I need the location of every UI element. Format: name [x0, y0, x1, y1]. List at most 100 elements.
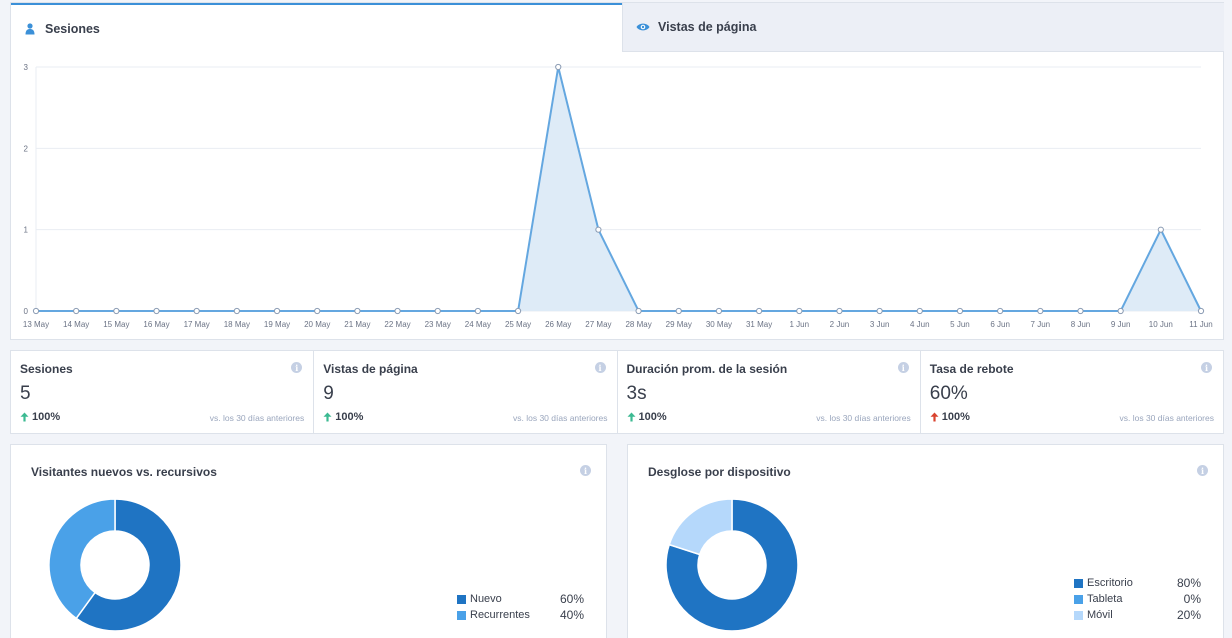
- arrow-up-icon: [20, 412, 29, 422]
- stat-bounce-rate: Tasa de rebote i 60% 100% vs. los 30 día…: [921, 351, 1223, 433]
- data-point[interactable]: [595, 226, 602, 233]
- x-tick-label: 10 Jun: [1149, 320, 1173, 329]
- stat-pageviews: Vistas de página i 9 100% vs. los 30 día…: [314, 351, 618, 433]
- legend-item-desktop: Escritorio 80%: [1074, 575, 1201, 591]
- data-point[interactable]: [1157, 226, 1164, 233]
- visitors-legend: Nuevo 60% Recurrentes 40%: [457, 591, 584, 623]
- data-point[interactable]: [193, 307, 200, 315]
- data-point[interactable]: [1197, 307, 1205, 315]
- tab-pageviews-label: Vistas de página: [658, 20, 757, 34]
- sessions-chart-panel: 0 1 2 3 13 May 14 May 15 May 16 May 17 May 18 May…: [10, 2, 1224, 340]
- tab-pageviews[interactable]: Vistas de página: [622, 3, 1224, 52]
- data-point[interactable]: [32, 307, 40, 315]
- legend-label: Escritorio: [1087, 577, 1133, 589]
- stat-compare: vs. los 30 días anteriores: [513, 413, 608, 423]
- x-tick-label: 9 Jun: [1111, 320, 1131, 329]
- data-point[interactable]: [796, 307, 803, 315]
- data-point[interactable]: [434, 307, 441, 315]
- x-tick-label: 13 May: [23, 320, 49, 329]
- legend-item-mobile: Móvil 20%: [1074, 607, 1201, 623]
- x-tick-label: 2 Jun: [830, 320, 850, 329]
- x-tick-label: 24 May: [465, 320, 491, 329]
- x-tick-label: 19 May: [264, 320, 290, 329]
- y-tick-label: 3: [24, 63, 29, 72]
- data-point[interactable]: [1037, 307, 1044, 315]
- x-tick-label: 18 May: [224, 320, 250, 329]
- legend-label: Recurrentes: [470, 609, 530, 621]
- stat-title: Sesiones: [20, 362, 73, 376]
- legend-swatch: [457, 610, 466, 620]
- user-icon: [23, 22, 37, 36]
- panel-title: Desglose por dispositivo: [648, 465, 791, 479]
- data-point[interactable]: [1077, 307, 1084, 315]
- data-point[interactable]: [715, 307, 723, 315]
- data-point[interactable]: [756, 307, 763, 315]
- data-point[interactable]: [113, 307, 120, 315]
- arrow-up-icon: [627, 412, 635, 422]
- data-point[interactable]: [956, 307, 964, 315]
- data-point[interactable]: [514, 307, 522, 315]
- x-tick-label: 8 Jun: [1071, 320, 1091, 329]
- data-point[interactable]: [314, 307, 321, 315]
- info-icon[interactable]: i: [1201, 362, 1212, 373]
- x-tick-label: 1 Jun: [789, 320, 809, 329]
- x-tick-label: 26 May: [545, 320, 571, 329]
- info-icon[interactable]: i: [1197, 465, 1208, 476]
- stat-change-value: 100%: [335, 411, 364, 423]
- arrow-up-icon: [323, 412, 332, 422]
- data-point[interactable]: [354, 307, 361, 315]
- x-tick-label: 15 May: [103, 320, 129, 329]
- data-point[interactable]: [153, 307, 160, 315]
- x-tick-label: 20 May: [304, 320, 330, 329]
- stat-session-duration: Duración prom. de la sesión i 3s 100% vs…: [618, 351, 921, 433]
- data-point[interactable]: [1117, 307, 1124, 315]
- tab-sessions[interactable]: Sesiones: [11, 3, 622, 52]
- stat-title: Duración prom. de la sesión: [626, 362, 788, 376]
- y-tick-label: 2: [24, 144, 29, 153]
- stat-value: 60%: [929, 383, 968, 404]
- x-tick-label: 27 May: [585, 320, 611, 329]
- data-point[interactable]: [675, 307, 682, 315]
- legend-value: 40%: [559, 608, 584, 622]
- series-area: [36, 67, 1201, 311]
- x-tick-label: 25 May: [505, 320, 531, 329]
- stat-value: 9: [323, 383, 334, 404]
- x-tick-label: 4 Jun: [910, 320, 930, 329]
- stats-row: Sesiones i 5 100% vs. los 30 días anteri…: [10, 350, 1224, 434]
- x-tick-label: 6 Jun: [990, 320, 1010, 329]
- data-point[interactable]: [876, 307, 883, 315]
- tab-sessions-label: Sesiones: [45, 21, 100, 36]
- data-point[interactable]: [73, 307, 80, 315]
- x-tick-label: 17 May: [184, 320, 210, 329]
- x-tick-label: 14 May: [63, 320, 89, 329]
- stat-change-value: 100%: [638, 411, 667, 423]
- data-point[interactable]: [273, 307, 281, 315]
- data-point[interactable]: [635, 307, 642, 315]
- panel-title: Visitantes nuevos vs. recursivos: [31, 465, 217, 479]
- data-point[interactable]: [474, 307, 481, 315]
- stat-title: Vistas de página: [323, 362, 418, 376]
- data-point[interactable]: [555, 63, 562, 71]
- data-point[interactable]: [916, 307, 923, 315]
- x-tick-label: 7 Jun: [1031, 320, 1051, 329]
- data-point[interactable]: [233, 307, 240, 315]
- x-tick-label: 5 Jun: [950, 320, 970, 329]
- legend-swatch: [1074, 578, 1083, 588]
- legend-swatch: [1074, 610, 1083, 620]
- info-icon[interactable]: i: [580, 465, 591, 476]
- data-point[interactable]: [997, 307, 1004, 315]
- data-point[interactable]: [394, 307, 401, 315]
- stat-change: 100%: [930, 411, 970, 423]
- arrow-up-icon: [930, 412, 939, 422]
- stat-change: 100%: [20, 411, 60, 423]
- x-tick-label: 21 May: [344, 320, 370, 329]
- stat-change-value: 100%: [32, 411, 61, 423]
- donut-slice[interactable]: [668, 498, 733, 556]
- stat-compare: vs. los 30 días anteriores: [816, 413, 911, 423]
- legend-item-returning: Recurrentes 40%: [457, 607, 584, 623]
- info-icon[interactable]: i: [594, 362, 606, 373]
- info-icon[interactable]: i: [897, 362, 909, 373]
- data-point[interactable]: [836, 307, 843, 315]
- stat-change: 100%: [627, 411, 667, 423]
- x-tick-label: 28 May: [625, 320, 651, 329]
